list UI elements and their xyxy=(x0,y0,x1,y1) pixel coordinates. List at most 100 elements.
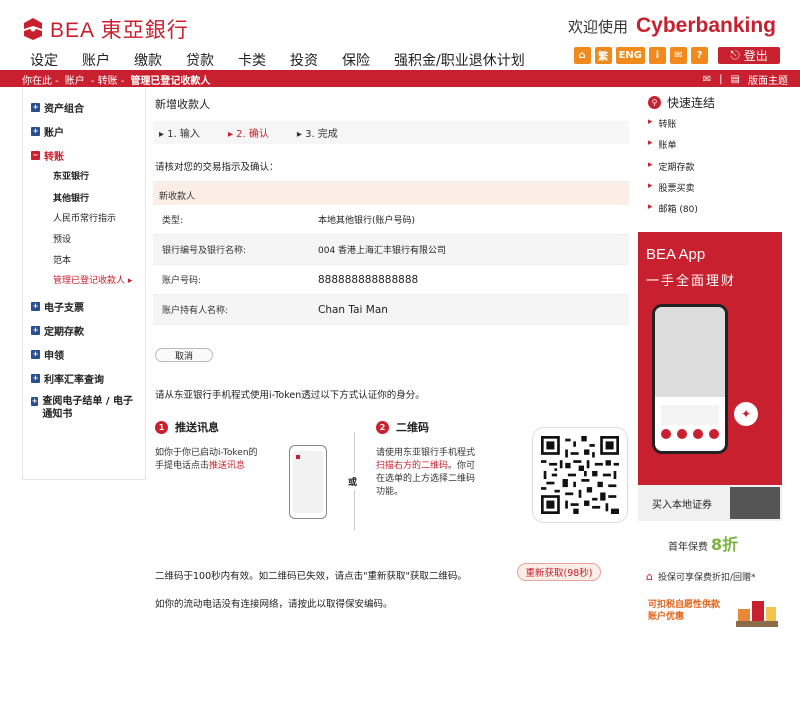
bea-app-banner[interactable]: BEA App 一手全面理财 ✦ xyxy=(638,232,782,502)
step-1: ▸ 1. 输入 xyxy=(159,129,200,140)
mail-icon[interactable]: ✉ xyxy=(703,74,711,85)
cancel-button[interactable]: 取消 xyxy=(155,348,213,362)
step-indicator: ▸ 1. 输入 ▸ 2. 确认 ▸ 3. 完成 xyxy=(153,121,629,144)
sidebar-item-portfolio[interactable]: + 资产组合 xyxy=(31,100,84,115)
sidebar-item-echeque[interactable]: + 电子支票 xyxy=(31,299,84,314)
plus-icon: + xyxy=(31,397,39,406)
minus-icon: − xyxy=(31,151,40,160)
plus-icon: + xyxy=(31,127,40,136)
plus-icon: + xyxy=(31,326,40,335)
step-2-current: ▸ 2. 确认 xyxy=(227,129,269,140)
insurance-discount-banner[interactable]: 首年保费 8折 xyxy=(668,531,738,555)
cyberbanking-brand: Cyberbanking xyxy=(635,14,776,37)
or-label: 或 xyxy=(348,473,358,490)
phone-illustration xyxy=(289,445,327,519)
securities-image xyxy=(730,487,780,519)
app-subtitle: 一手全面理财 xyxy=(646,274,737,289)
nav-settings[interactable]: 设定 xyxy=(30,50,58,70)
nav-bills[interactable]: 缴款 xyxy=(134,50,162,70)
nav-cards[interactable]: 卡类 xyxy=(238,50,266,70)
nav-investment[interactable]: 投资 xyxy=(290,50,318,70)
table-row: 类型: 本地其他银行(账户号码) xyxy=(153,205,629,235)
sidebar-item-estatement[interactable]: + 查阅电子结单 / 电子通知书 xyxy=(31,395,141,421)
logout-button[interactable]: ⎋ 登出 xyxy=(718,47,780,64)
sidebar-sub-other-banks[interactable]: 其他银行 xyxy=(53,191,89,204)
form-header: 新收款人 xyxy=(153,182,629,205)
quick-link-mailbox[interactable]: ▸ 邮箱 (80) xyxy=(648,202,698,215)
header: BEA 東亞銀行 欢迎使用 Cyberbanking 设定 账户 缴款 贷款 卡… xyxy=(0,0,800,70)
gift-icon: ⌂ xyxy=(646,570,653,583)
sidebar: + 资产组合 + 账户 − 转账 东亚银行 其他银行 人民币常行指示 预设 范本 管理… xyxy=(22,87,146,480)
breadcrumb: 你在此 - 账户 - 转账 - 管理已登记收款人 ✉ | ▤ 版面主题 xyxy=(0,70,800,87)
app-title: BEA App xyxy=(646,246,706,263)
traditional-chinese-button[interactable]: 繁 xyxy=(594,47,612,64)
home-icon[interactable]: ⌂ xyxy=(573,47,591,64)
welcome-label: 欢迎使用 xyxy=(567,18,628,36)
offline-note: 如你的流动电话没有连接网络，请按此以取得保安编码。 xyxy=(155,599,393,610)
sidebar-item-time-deposit[interactable]: + 定期存款 xyxy=(31,323,84,338)
quick-link-bills[interactable]: ▸ 账单 xyxy=(648,138,677,151)
bea-logo[interactable]: BEA 東亞銀行 xyxy=(22,14,189,44)
qr-validity-note: 二维码于100秒内有效。如二维码已失效，请点击"重新获取"获取二维码。 xyxy=(155,571,467,582)
table-row: 银行编号及银行名称: 004 香港上海汇丰银行有限公司 xyxy=(153,235,629,265)
step-3: ▸ 3. 完成 xyxy=(296,129,338,140)
itoken-note: 请从东亚银行手机程式使用i-Token透过以下方式认证你的身分。 xyxy=(155,390,425,401)
sidebar-sub-template[interactable]: 范本 xyxy=(53,253,71,266)
app-phone-image xyxy=(652,304,728,454)
breadcrumb-transfer[interactable]: - 转账 - xyxy=(91,72,125,87)
rows: 类型: 本地其他银行(账户号码) 银行编号及银行名称: 004 香港上海汇丰银行有限… xyxy=(153,205,629,325)
page-title: 新增收款人 xyxy=(155,98,210,111)
option-push-heading: 1 推送讯息 xyxy=(155,419,219,435)
breadcrumb-prefix: 你在此 - xyxy=(22,76,59,87)
sidebar-sub-rmb-standing[interactable]: 人民币常行指示 xyxy=(53,211,116,224)
tvc-promo[interactable]: 可扣税自愿性供款 账户优惠 xyxy=(648,599,720,623)
plus-icon: + xyxy=(31,302,40,311)
nav-insurance[interactable]: 保险 xyxy=(342,50,370,70)
bea-emblem-icon xyxy=(22,17,44,41)
help-icon[interactable]: ? xyxy=(691,47,708,64)
chevron-right-icon: ▸ xyxy=(127,276,133,286)
theme-link[interactable]: 版面主题 xyxy=(748,72,788,87)
nav-accounts[interactable]: 账户 xyxy=(82,50,110,70)
securities-banner[interactable]: 买入本地证券 xyxy=(638,485,782,521)
step-number-badge: 1 xyxy=(155,420,168,434)
quick-link-transfer[interactable]: ▸ 转账 xyxy=(648,117,677,130)
plus-icon: + xyxy=(31,374,40,383)
logo-text: BEA 東亞銀行 xyxy=(50,19,189,42)
confirm-note: 请核对您的交易指示及确认： xyxy=(155,162,279,173)
plus-icon: + xyxy=(31,103,40,112)
logout-icon: ⎋ xyxy=(730,48,740,62)
separator: | xyxy=(719,74,723,85)
quick-link-time-deposit[interactable]: ▸ 定期存款 xyxy=(648,160,695,173)
sidebar-item-transfer[interactable]: − 转账 xyxy=(31,148,64,163)
table-row: 账户号码: 888888888888888 xyxy=(153,265,629,295)
mail-icon[interactable]: ✉ xyxy=(670,47,687,64)
qr-code xyxy=(532,427,628,523)
quick-links-heading: ⚲ 快速连结 xyxy=(648,94,715,111)
sidebar-sub-preset[interactable]: 预设 xyxy=(53,232,71,245)
sidebar-sub-bea[interactable]: 东亚银行 xyxy=(53,169,89,182)
info-icon[interactable]: i xyxy=(649,47,666,64)
option-qr-heading: 2 二维码 xyxy=(376,419,429,435)
logout-label: 登出 xyxy=(743,49,768,63)
push-message-link[interactable]: 推送讯息 xyxy=(209,461,245,471)
bea-emblem-icon: ✦ xyxy=(734,402,758,426)
theme-icon: ▤ xyxy=(730,74,740,85)
insurance-rebate-link[interactable]: ⌂ 投保可享保费折扣/回赠* xyxy=(646,570,756,583)
nav-loans[interactable]: 贷款 xyxy=(186,50,214,70)
refresh-qr-button[interactable]: 重新获取(98秒) xyxy=(517,563,601,581)
payee-details-table: 新收款人 类型: 本地其他银行(账户号码) 银行编号及银行名称: 004 香港上海汇… xyxy=(153,181,629,325)
sidebar-item-apply[interactable]: + 申领 xyxy=(31,347,64,362)
link-icon: ⚲ xyxy=(648,96,661,109)
quick-link-stocks[interactable]: ▸ 股票买卖 xyxy=(648,181,695,194)
table-row: 账户持有人名称: Chan Tai Man xyxy=(153,295,629,325)
step-number-badge: 2 xyxy=(376,420,389,434)
sidebar-item-rates[interactable]: + 利率汇率查询 xyxy=(31,371,104,386)
plus-icon: + xyxy=(31,350,40,359)
english-button[interactable]: ENG xyxy=(615,47,645,64)
nav-mpf[interactable]: 强积金/职业退休计划 xyxy=(394,50,525,70)
sidebar-sub-manage-payees[interactable]: 管理已登记收款人 ▸ xyxy=(53,273,132,286)
breadcrumb-accounts[interactable]: 账户 xyxy=(65,72,85,87)
sidebar-item-accounts[interactable]: + 账户 xyxy=(31,124,64,139)
main-content: 新增收款人 ▸ 1. 输入 ▸ 2. 确认 ▸ 3. 完成 请核对您的交易指示及… xyxy=(146,87,638,719)
